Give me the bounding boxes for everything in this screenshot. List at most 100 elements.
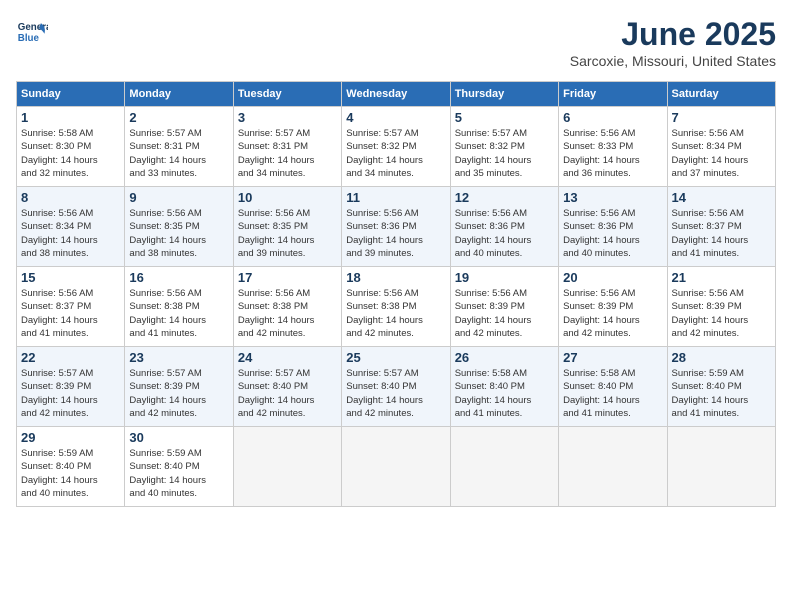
calendar-cell: 12 Sunrise: 5:56 AM Sunset: 8:36 PM Dayli… [450, 187, 558, 267]
day-info: Sunrise: 5:57 AM Sunset: 8:39 PM Dayligh… [129, 367, 228, 420]
day-info: Sunrise: 5:57 AM Sunset: 8:32 PM Dayligh… [455, 127, 554, 180]
month-title: June 2025 [570, 16, 776, 53]
day-number: 28 [672, 350, 771, 365]
day-info: Sunrise: 5:57 AM Sunset: 8:39 PM Dayligh… [21, 367, 120, 420]
calendar-week-row: 22 Sunrise: 5:57 AM Sunset: 8:39 PM Dayli… [17, 347, 776, 427]
day-number: 24 [238, 350, 337, 365]
calendar-cell: 14Sunrise: 5:56 AM Sunset: 8:37 PM Dayli… [667, 187, 775, 267]
calendar-cell [342, 427, 450, 507]
day-info: Sunrise: 5:56 AM Sunset: 8:39 PM Dayligh… [455, 287, 554, 340]
location-title: Sarcoxie, Missouri, United States [570, 53, 776, 69]
day-number: 16 [129, 270, 228, 285]
calendar-cell: 28Sunrise: 5:59 AM Sunset: 8:40 PM Dayli… [667, 347, 775, 427]
calendar-table: SundayMondayTuesdayWednesdayThursdayFrid… [16, 81, 776, 507]
calendar-cell: 5 Sunrise: 5:57 AM Sunset: 8:32 PM Daylig… [450, 107, 558, 187]
day-number: 20 [563, 270, 662, 285]
calendar-cell: 15Sunrise: 5:56 AM Sunset: 8:37 PM Dayli… [17, 267, 125, 347]
day-info: Sunrise: 5:59 AM Sunset: 8:40 PM Dayligh… [21, 447, 120, 500]
day-number: 6 [563, 110, 662, 125]
calendar-body: 1 Sunrise: 5:58 AM Sunset: 8:30 PM Daylig… [17, 107, 776, 507]
calendar-cell: 21 Sunrise: 5:56 AM Sunset: 8:39 PM Dayli… [667, 267, 775, 347]
calendar-cell [667, 427, 775, 507]
calendar-cell: 23 Sunrise: 5:57 AM Sunset: 8:39 PM Dayli… [125, 347, 233, 427]
calendar-cell: 13 Sunrise: 5:56 AM Sunset: 8:36 PM Dayli… [559, 187, 667, 267]
logo: General Blue [16, 16, 48, 48]
svg-text:Blue: Blue [18, 33, 40, 44]
calendar-cell: 29 Sunrise: 5:59 AM Sunset: 8:40 PM Dayli… [17, 427, 125, 507]
day-number: 22 [21, 350, 120, 365]
day-number: 18 [346, 270, 445, 285]
day-number: 5 [455, 110, 554, 125]
day-number: 2 [129, 110, 228, 125]
day-info: Sunrise: 5:58 AM Sunset: 8:30 PM Dayligh… [21, 127, 120, 180]
day-info: Sunrise: 5:57 AM Sunset: 8:40 PM Dayligh… [238, 367, 337, 420]
day-number: 23 [129, 350, 228, 365]
day-number: 21 [672, 270, 771, 285]
day-info: Sunrise: 5:57 AM Sunset: 8:31 PM Dayligh… [129, 127, 228, 180]
calendar-cell: 27 Sunrise: 5:58 AM Sunset: 8:40 PM Dayli… [559, 347, 667, 427]
day-info: Sunrise: 5:59 AM Sunset: 8:40 PM Dayligh… [129, 447, 228, 500]
day-number: 19 [455, 270, 554, 285]
day-number: 29 [21, 430, 120, 445]
calendar-cell [559, 427, 667, 507]
day-info: Sunrise: 5:56 AM Sunset: 8:36 PM Dayligh… [346, 207, 445, 260]
day-number: 8 [21, 190, 120, 205]
day-number: 26 [455, 350, 554, 365]
day-info: Sunrise: 5:57 AM Sunset: 8:40 PM Dayligh… [346, 367, 445, 420]
day-info: Sunrise: 5:56 AM Sunset: 8:38 PM Dayligh… [129, 287, 228, 340]
calendar-cell [450, 427, 558, 507]
day-info: Sunrise: 5:58 AM Sunset: 8:40 PM Dayligh… [455, 367, 554, 420]
day-info: Sunrise: 5:56 AM Sunset: 8:35 PM Dayligh… [129, 207, 228, 260]
calendar-cell: 20 Sunrise: 5:56 AM Sunset: 8:39 PM Dayli… [559, 267, 667, 347]
calendar-cell: 19 Sunrise: 5:56 AM Sunset: 8:39 PM Dayli… [450, 267, 558, 347]
calendar-col-header: Wednesday [342, 82, 450, 107]
day-number: 25 [346, 350, 445, 365]
day-info: Sunrise: 5:56 AM Sunset: 8:39 PM Dayligh… [672, 287, 771, 340]
day-number: 7 [672, 110, 771, 125]
day-info: Sunrise: 5:56 AM Sunset: 8:34 PM Dayligh… [21, 207, 120, 260]
calendar-cell: 9 Sunrise: 5:56 AM Sunset: 8:35 PM Daylig… [125, 187, 233, 267]
day-info: Sunrise: 5:58 AM Sunset: 8:40 PM Dayligh… [563, 367, 662, 420]
day-info: Sunrise: 5:56 AM Sunset: 8:38 PM Dayligh… [238, 287, 337, 340]
calendar-cell: 2 Sunrise: 5:57 AM Sunset: 8:31 PM Daylig… [125, 107, 233, 187]
day-info: Sunrise: 5:56 AM Sunset: 8:36 PM Dayligh… [563, 207, 662, 260]
day-info: Sunrise: 5:56 AM Sunset: 8:34 PM Dayligh… [672, 127, 771, 180]
day-info: Sunrise: 5:57 AM Sunset: 8:32 PM Dayligh… [346, 127, 445, 180]
calendar-cell: 24 Sunrise: 5:57 AM Sunset: 8:40 PM Dayli… [233, 347, 341, 427]
day-number: 30 [129, 430, 228, 445]
day-info: Sunrise: 5:56 AM Sunset: 8:39 PM Dayligh… [563, 287, 662, 340]
day-number: 4 [346, 110, 445, 125]
day-number: 12 [455, 190, 554, 205]
day-info: Sunrise: 5:56 AM Sunset: 8:35 PM Dayligh… [238, 207, 337, 260]
calendar-cell: 11 Sunrise: 5:56 AM Sunset: 8:36 PM Dayli… [342, 187, 450, 267]
calendar-cell: 3Sunrise: 5:57 AM Sunset: 8:31 PM Daylig… [233, 107, 341, 187]
calendar-week-row: 8 Sunrise: 5:56 AM Sunset: 8:34 PM Daylig… [17, 187, 776, 267]
day-number: 1 [21, 110, 120, 125]
calendar-cell: 4 Sunrise: 5:57 AM Sunset: 8:32 PM Daylig… [342, 107, 450, 187]
day-number: 27 [563, 350, 662, 365]
calendar-header-row: SundayMondayTuesdayWednesdayThursdayFrid… [17, 82, 776, 107]
day-number: 17 [238, 270, 337, 285]
day-number: 11 [346, 190, 445, 205]
calendar-col-header: Monday [125, 82, 233, 107]
title-area: June 2025 Sarcoxie, Missouri, United Sta… [570, 16, 776, 69]
day-number: 9 [129, 190, 228, 205]
calendar-cell: 30 Sunrise: 5:59 AM Sunset: 8:40 PM Dayli… [125, 427, 233, 507]
calendar-col-header: Tuesday [233, 82, 341, 107]
calendar-col-header: Thursday [450, 82, 558, 107]
calendar-cell: 6 Sunrise: 5:56 AM Sunset: 8:33 PM Daylig… [559, 107, 667, 187]
calendar-cell: 10Sunrise: 5:56 AM Sunset: 8:35 PM Dayli… [233, 187, 341, 267]
calendar-cell: 22 Sunrise: 5:57 AM Sunset: 8:39 PM Dayli… [17, 347, 125, 427]
day-number: 13 [563, 190, 662, 205]
day-info: Sunrise: 5:56 AM Sunset: 8:36 PM Dayligh… [455, 207, 554, 260]
day-info: Sunrise: 5:57 AM Sunset: 8:31 PM Dayligh… [238, 127, 337, 180]
page-header: General Blue June 2025 Sarcoxie, Missour… [16, 16, 776, 69]
day-info: Sunrise: 5:56 AM Sunset: 8:33 PM Dayligh… [563, 127, 662, 180]
day-info: Sunrise: 5:56 AM Sunset: 8:37 PM Dayligh… [672, 207, 771, 260]
calendar-week-row: 29 Sunrise: 5:59 AM Sunset: 8:40 PM Dayli… [17, 427, 776, 507]
calendar-cell: 18Sunrise: 5:56 AM Sunset: 8:38 PM Dayli… [342, 267, 450, 347]
day-number: 15 [21, 270, 120, 285]
calendar-cell: 8 Sunrise: 5:56 AM Sunset: 8:34 PM Daylig… [17, 187, 125, 267]
calendar-cell: 25 Sunrise: 5:57 AM Sunset: 8:40 PM Dayli… [342, 347, 450, 427]
calendar-col-header: Saturday [667, 82, 775, 107]
